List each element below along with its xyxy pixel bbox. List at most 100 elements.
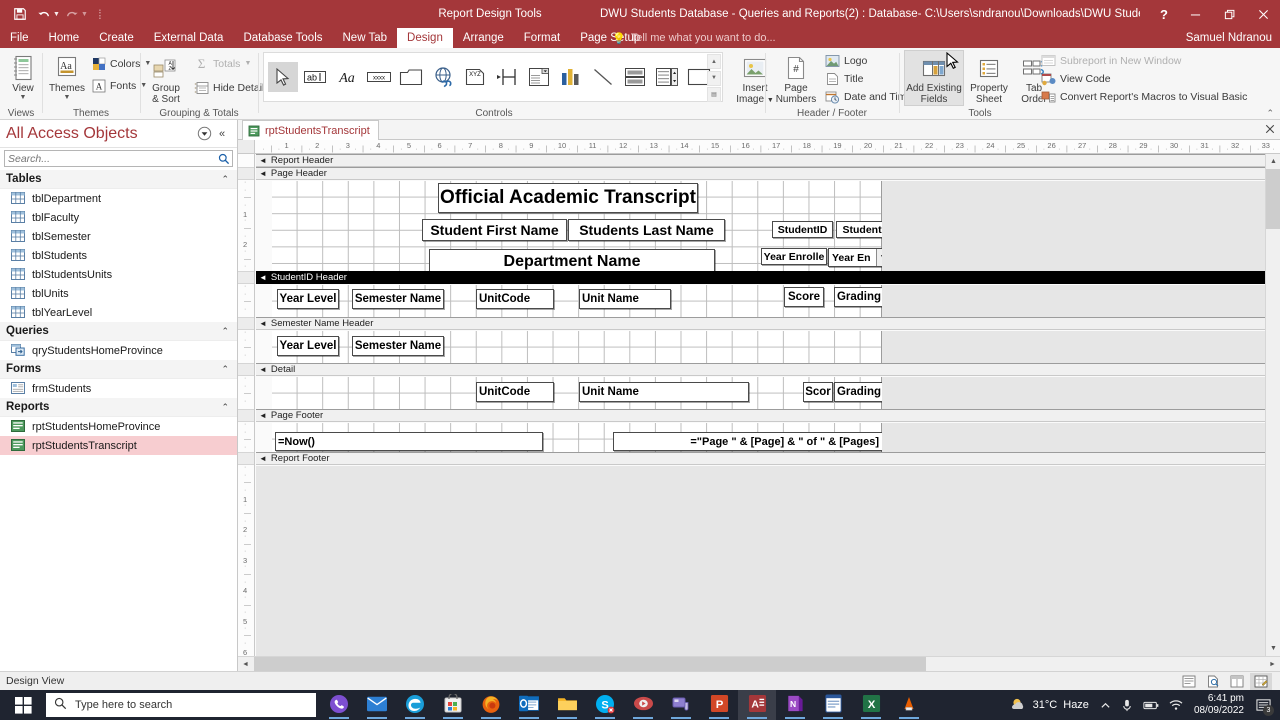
ribbon-tab-external-data[interactable]: External Data — [144, 28, 234, 48]
nav-item-frmstudents[interactable]: frmStudents — [0, 379, 237, 398]
chevron-up-icon[interactable]: ⌃ — [221, 174, 229, 185]
ribbon-tab-design[interactable]: Design — [397, 28, 453, 48]
logo-button[interactable]: Logo — [822, 52, 870, 69]
chevron-down-icon[interactable]: ▼ — [20, 94, 27, 101]
ribbon-tab-format[interactable]: Format — [514, 28, 570, 48]
nav-group-forms[interactable]: Forms ⌃ — [0, 360, 237, 379]
students-last-name-label[interactable]: Students Last Name — [568, 219, 725, 241]
view-button[interactable]: View ▼ — [0, 51, 46, 101]
section-bar-report-footer[interactable]: ◄ Report Footer — [256, 452, 1265, 465]
minimize-icon[interactable] — [1178, 0, 1212, 28]
nav-item-tblunits[interactable]: tblUnits — [0, 284, 237, 303]
unit-name-textbox[interactable]: Unit Name — [579, 382, 749, 402]
horizontal-scroll-thumb[interactable] — [254, 657, 926, 672]
print-preview-button[interactable] — [1202, 673, 1224, 690]
convert-macros-button[interactable]: Convert Report's Macros to Visual Basic — [1038, 88, 1250, 105]
close-document-icon[interactable] — [1265, 123, 1275, 137]
line-control[interactable] — [588, 62, 618, 92]
vertical-scroll-thumb[interactable] — [1266, 169, 1280, 229]
windows-start-icon[interactable] — [0, 690, 46, 720]
report-design-canvas[interactable]: ◄ Report Header ◄ Page Header Official A… — [256, 154, 1280, 671]
hyperlink-control[interactable] — [428, 62, 458, 92]
dropdown-circle-icon[interactable] — [195, 125, 213, 143]
search-input[interactable] — [5, 151, 216, 166]
now-expression-textbox[interactable]: =Now() — [275, 432, 543, 451]
year-level-textbox[interactable]: Year Level — [277, 336, 339, 356]
page-break-control[interactable] — [492, 62, 522, 92]
ribbon-tab-new-tab[interactable]: New Tab — [333, 28, 398, 48]
double-chevron-left-icon[interactable]: « — [213, 125, 231, 143]
taskbar-app-mail[interactable] — [358, 690, 396, 720]
taskbar-app-outlook[interactable] — [510, 690, 548, 720]
gallery-up-icon[interactable]: ▲ — [707, 54, 721, 69]
chevron-down-icon[interactable]: ▼ — [64, 94, 71, 101]
nav-item-tblstudents[interactable]: tblStudents — [0, 246, 237, 265]
chevron-up-icon[interactable]: ⌃ — [221, 326, 229, 337]
taskbar-app-skype[interactable]: S — [586, 690, 624, 720]
tell-me-box[interactable]: 💡 Tell me what you want to do... — [612, 28, 776, 48]
nav-item-tblstudentsunits[interactable]: tblStudentsUnits — [0, 265, 237, 284]
redo-dropdown-icon[interactable]: ▼ — [81, 11, 88, 18]
scroll-up-icon[interactable]: ▲ — [1266, 154, 1280, 169]
view-code-button[interactable]: View Code — [1038, 70, 1114, 87]
taskbar-app-vlc[interactable] — [890, 690, 928, 720]
taskbar-app-powerpoint[interactable]: P — [700, 690, 738, 720]
section-bar-page-footer[interactable]: ◄ Page Footer — [256, 409, 1265, 422]
subreport-in-new-window-button[interactable]: Subreport in New Window — [1038, 52, 1184, 69]
ruler-corner[interactable] — [238, 140, 255, 153]
save-icon[interactable] — [8, 1, 32, 27]
nav-item-tbldepartment[interactable]: tblDepartment — [0, 189, 237, 208]
list-box-control[interactable] — [652, 62, 682, 92]
scroll-left-icon[interactable]: ◄ — [238, 657, 253, 672]
semester-name-textbox[interactable]: Semester Name — [352, 336, 444, 356]
scroll-down-icon[interactable]: ▼ — [1266, 641, 1280, 656]
taskbar-app-onenote[interactable]: N — [776, 690, 814, 720]
ribbon-tab-create[interactable]: Create — [89, 28, 144, 48]
combo-box-control[interactable] — [524, 62, 554, 92]
nav-search-box[interactable] — [4, 150, 233, 167]
text-box-control[interactable]: ab — [300, 62, 330, 92]
undo-dropdown-icon[interactable]: ▼ — [53, 11, 60, 18]
ribbon-tab-database-tools[interactable]: Database Tools — [233, 28, 332, 48]
user-name[interactable]: Samuel Ndranou — [1186, 28, 1272, 48]
document-tab-rptstudentstranscript[interactable]: rptStudentsTranscript — [242, 120, 379, 140]
restore-icon[interactable] — [1212, 0, 1246, 28]
unitcode-label[interactable]: UnitCode — [476, 289, 554, 309]
chevron-down-icon[interactable]: ▼ — [244, 60, 251, 67]
semester-name-header-body[interactable]: Year Level Semester Name — [272, 331, 882, 363]
layout-view-button[interactable] — [1226, 673, 1248, 690]
studentid-header-body[interactable]: Year Level Semester Name UnitCode Unit N… — [272, 285, 884, 317]
weather-widget[interactable]: 31°C Haze — [1003, 696, 1095, 715]
grading-textbox[interactable]: Grading — [834, 382, 884, 402]
help-icon[interactable]: ? — [1150, 0, 1178, 28]
score-label[interactable]: Score — [784, 287, 824, 307]
taskbar-app-access[interactable]: A — [738, 690, 776, 720]
label-control[interactable]: Aa — [332, 62, 362, 92]
taskbar-app-word[interactable] — [814, 690, 852, 720]
section-bar-semester-name-header[interactable]: ◄ Semester Name Header — [256, 317, 1265, 330]
ribbon-tab-file[interactable]: File — [0, 28, 39, 48]
nav-item-tblsemester[interactable]: tblSemester — [0, 227, 237, 246]
unit-name-label[interactable]: Unit Name — [579, 289, 671, 309]
close-icon[interactable] — [1246, 0, 1280, 28]
taskbar-clock[interactable]: 6:41 pm 08/09/2022 — [1188, 693, 1250, 717]
score-textbox[interactable]: Scor — [803, 382, 833, 402]
taskbar-app-firefox[interactable] — [472, 690, 510, 720]
taskbar-app-viber[interactable] — [320, 690, 358, 720]
detail-body[interactable]: UnitCode Unit Name Scor Grading — [272, 377, 884, 409]
nav-item-qrystudentshomeprovince[interactable]: qryStudentsHomeProvince — [0, 341, 237, 360]
group-and-sort-button[interactable]: AZ Group & Sort — [145, 51, 187, 105]
taskbar-app-excel[interactable]: X — [852, 690, 890, 720]
select-tool[interactable] — [268, 62, 298, 92]
nav-group-tables[interactable]: Tables ⌃ — [0, 170, 237, 189]
subform-subreport-control[interactable] — [620, 62, 650, 92]
section-bar-page-header[interactable]: ◄ Page Header — [256, 167, 1265, 180]
year-enrolled-combo[interactable]: Year En ▼ — [828, 248, 890, 267]
nav-item-tblyearlevel[interactable]: tblYearLevel — [0, 303, 237, 322]
report-title-label[interactable]: Official Academic Transcript — [438, 183, 698, 213]
taskbar-app-paint[interactable] — [662, 690, 700, 720]
notification-center-button[interactable]: 3 — [1250, 690, 1276, 720]
nav-item-rptstudentshomeprovince[interactable]: rptStudentsHomeProvince — [0, 417, 237, 436]
page-footer-body[interactable]: =Now() ="Page " & [Page] & " of " & [Pag… — [272, 423, 883, 452]
grading-label[interactable]: Grading — [834, 287, 884, 307]
